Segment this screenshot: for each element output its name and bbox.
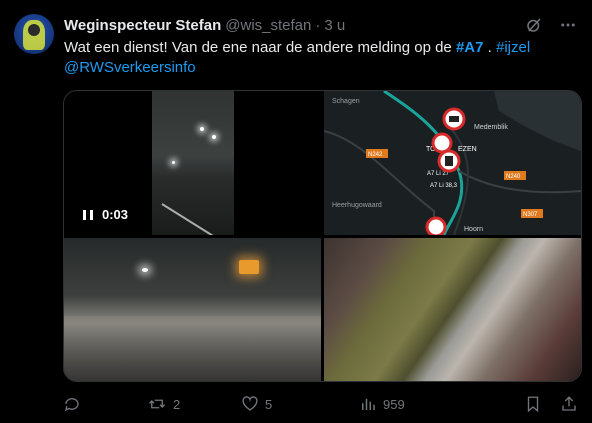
views-count: 959 [383, 396, 405, 412]
map-image[interactable]: Schagen Medemblik Heerhugowaard Hoorn TO… [324, 91, 581, 235]
like-icon [242, 396, 258, 411]
map-road-n240: N240 [506, 174, 521, 180]
map-place-heerhugowaard: Heerhugowaard [332, 202, 382, 209]
video-duration: 0:03 [102, 207, 129, 222]
tweet-text: Wat een dienst! Van de ene naar de ander… [64, 38, 574, 78]
bookmark-icon[interactable] [524, 395, 542, 413]
media-grid: 0:03 Schagen Medemblik Heerhugowaard Hoo… [63, 90, 582, 382]
hashtag-a7[interactable]: #A7 [456, 39, 484, 56]
share-icon[interactable] [560, 395, 578, 413]
ice-photo[interactable] [324, 238, 581, 381]
tweet-text-prefix: Wat een dienst! Van de ene naar de ander… [64, 39, 456, 56]
road-photo[interactable] [64, 238, 321, 381]
avatar[interactable] [14, 14, 54, 54]
video-frame [152, 91, 234, 235]
hashtag-ijzel[interactable]: #ijzel [496, 39, 530, 56]
retweet-icon [149, 399, 165, 409]
tweet-actions: 2 5 959 [63, 393, 578, 415]
video-thumbnail[interactable]: 0:03 [64, 91, 321, 235]
author-handle[interactable]: @wis_stefan [225, 17, 311, 34]
mention-rws[interactable]: @RWSverkeersinfo [64, 59, 196, 76]
pause-icon[interactable] [82, 209, 94, 221]
video-controls: 0:03 [82, 207, 128, 222]
tweet-text-mid: . [483, 39, 496, 56]
map-incident-2: A7 Li 38,3 [430, 183, 458, 189]
more-icon[interactable] [558, 15, 578, 35]
tweet-header: Weginspecteur Stefan @wis_stefan · 3 u [64, 14, 578, 36]
like-count: 5 [265, 396, 273, 412]
views-icon [362, 398, 375, 410]
tweet-time[interactable]: 3 u [324, 17, 345, 34]
map-place-ezen: EZEN [458, 146, 477, 153]
map-place-hoorn: Hoorn [464, 226, 483, 233]
map-road-n307: N307 [523, 212, 538, 218]
map-place-medemblik: Medemblik [474, 124, 508, 131]
separator: · [315, 16, 321, 34]
retweet-button[interactable]: 2 [147, 395, 241, 413]
map-place-schagen: Schagen [332, 98, 360, 105]
reply-icon [65, 398, 79, 412]
retweet-count: 2 [173, 396, 181, 412]
map-road-n242: N242 [368, 152, 383, 158]
author-name[interactable]: Weginspecteur Stefan [64, 17, 221, 34]
like-button[interactable]: 5 [241, 395, 359, 413]
grok-icon[interactable] [524, 15, 544, 35]
reply-button[interactable] [63, 395, 147, 413]
views-button[interactable]: 959 [359, 395, 471, 413]
